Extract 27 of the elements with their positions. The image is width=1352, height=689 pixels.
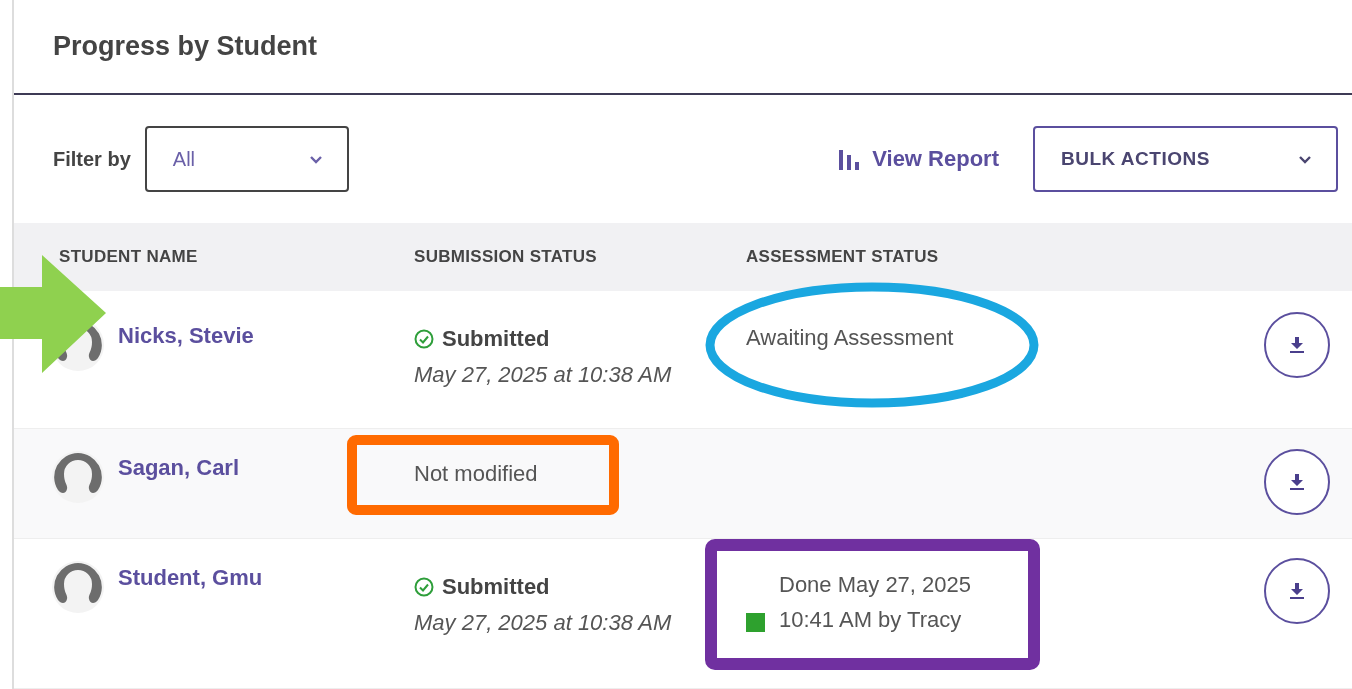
avatar-icon	[52, 561, 104, 614]
submission-date: May 27, 2025 at 10:38 AM	[414, 610, 673, 637]
column-header: SUBMISSION STATUS	[414, 247, 598, 268]
submission-date: May 27, 2025 at 10:38 AM	[414, 362, 673, 389]
bulk-actions-dropdown[interactable]: BULK ACTIONS	[1033, 126, 1338, 193]
filter-dropdown[interactable]: All	[144, 126, 349, 193]
submission-status: Submitted	[414, 326, 746, 353]
download-icon	[1289, 582, 1305, 601]
student-name-link[interactable]: Nicks, Stevie	[118, 323, 254, 350]
chevron-down-icon	[1298, 154, 1312, 164]
submission-status: Submitted	[414, 574, 746, 601]
check-circle-icon	[414, 577, 434, 598]
filter-label: Filter by	[53, 147, 131, 171]
chevron-down-icon	[308, 154, 323, 164]
check-circle-icon	[414, 329, 434, 350]
student-name-link[interactable]: Student, Gmu	[118, 565, 263, 592]
view-report-link[interactable]: View Report	[838, 146, 999, 173]
avatar-icon	[52, 450, 104, 503]
download-icon	[1289, 336, 1305, 355]
student-name-link[interactable]: Sagan, Carl	[118, 454, 240, 481]
column-header: STUDENT NAME	[58, 247, 199, 268]
column-header: ASSESSMENT STATUS	[746, 247, 940, 268]
assessment-status: Awaiting Assessment	[746, 325, 955, 352]
assessment-status: Done May 27, 2025 10:41 AM by Tracy	[779, 571, 973, 635]
submission-status: Not modified	[414, 460, 539, 487]
download-icon	[1289, 472, 1305, 491]
panel-title: Progress by Student	[53, 30, 318, 62]
